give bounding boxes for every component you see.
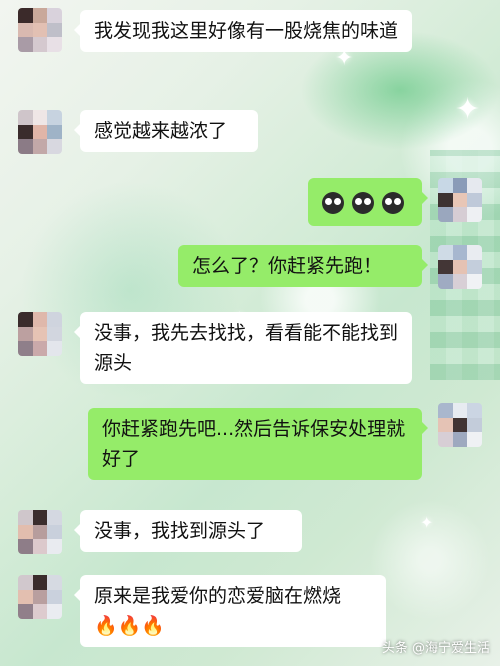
- message-text: 我发现我这里好像有一股烧焦的味道: [94, 20, 399, 42]
- watermark: 头条 @海宁爱生活: [381, 641, 490, 656]
- message-bubble-incoming[interactable]: 感觉越来越浓了: [74, 110, 258, 152]
- message-text: 原来是我爱你的恋爱脑在燃烧: [94, 585, 342, 607]
- contact-avatar[interactable]: [18, 312, 62, 356]
- sparkle-icon: ✦: [420, 513, 434, 532]
- face-icon: [352, 191, 374, 214]
- message-bubble-outgoing[interactable]: 你赶紧跑先吧...然后告诉保安处理就好了: [88, 408, 428, 480]
- fire-emoji-row: 🔥🔥🔥: [94, 615, 165, 637]
- message-bubble-incoming[interactable]: 原来是我爱你的恋爱脑在燃烧 🔥🔥🔥: [74, 575, 386, 647]
- message-text: 没事，我找到源头了: [94, 520, 266, 542]
- message-text: 没事，我先去找找，看看能不能找到源头: [94, 322, 399, 374]
- message-bubble-incoming[interactable]: 没事，我找到源头了: [74, 510, 302, 552]
- message-text: 你赶紧跑先吧...然后告诉保安处理就好了: [102, 418, 406, 470]
- my-avatar[interactable]: [438, 403, 482, 447]
- my-avatar[interactable]: [438, 245, 482, 289]
- face-icon: [322, 191, 344, 214]
- message-bubble-outgoing[interactable]: [308, 178, 428, 226]
- contact-avatar[interactable]: [18, 8, 62, 52]
- contact-avatar[interactable]: [18, 510, 62, 554]
- message-bubble-incoming[interactable]: 我发现我这里好像有一股烧焦的味道: [74, 10, 412, 52]
- contact-avatar[interactable]: [18, 110, 62, 154]
- face-icon: [382, 191, 404, 214]
- sparkle-icon: ✦: [455, 92, 481, 127]
- message-bubble-incoming[interactable]: 没事，我先去找找，看看能不能找到源头: [74, 312, 412, 384]
- message-text: 怎么了？你赶紧先跑！: [192, 255, 383, 277]
- my-avatar[interactable]: [438, 178, 482, 222]
- message-bubble-outgoing[interactable]: 怎么了？你赶紧先跑！: [178, 245, 428, 287]
- message-text: 感觉越来越浓了: [94, 120, 228, 142]
- contact-avatar[interactable]: [18, 575, 62, 619]
